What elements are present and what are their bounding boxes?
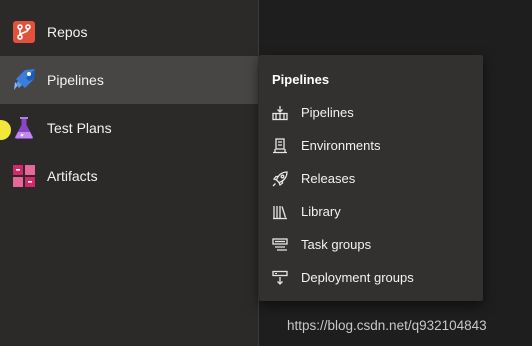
flyout-label-task-groups: Task groups [301,237,372,252]
flyout-label-pipelines: Pipelines [301,105,354,120]
flyout-label-deployment-groups: Deployment groups [301,270,414,285]
repos-icon [12,20,36,44]
artifacts-icon [12,164,36,188]
flyout-label-releases: Releases [301,171,356,186]
task-groups-icon [272,237,288,253]
deployment-groups-icon [272,270,288,286]
flyout-item-environments[interactable]: Environments [259,130,483,163]
pipelines-flyout-menu: Pipelines Pipelines Environments Release… [259,55,483,301]
flyout-item-releases[interactable]: Releases [259,163,483,196]
nav-label-pipelines: Pipelines [47,72,104,88]
nav-item-pipelines[interactable]: Pipelines [0,56,258,104]
nav-item-artifacts[interactable]: Artifacts [0,152,258,200]
nav-item-repos[interactable]: Repos [0,8,258,56]
library-icon [272,204,288,220]
nav-label-repos: Repos [47,24,88,40]
test-plans-icon [12,116,36,140]
environments-icon [272,138,288,154]
rocket-icon [272,171,288,187]
flyout-item-pipelines[interactable]: Pipelines [259,97,483,130]
nav-item-test-plans[interactable]: Test Plans [0,104,258,152]
flyout-item-task-groups[interactable]: Task groups [259,229,483,262]
nav-label-test-plans: Test Plans [47,120,112,136]
flyout-item-library[interactable]: Library [259,196,483,229]
pipelines-icon [12,68,36,92]
flyout-label-library: Library [301,204,341,219]
pipelines-sub-icon [272,105,288,121]
flyout-label-environments: Environments [301,138,381,153]
left-navigation: Repos Pipelines Test Plans Artifacts [0,0,259,346]
watermark-text: https://blog.csdn.net/q932104843 [287,318,487,333]
flyout-item-deployment-groups[interactable]: Deployment groups [259,262,483,295]
flyout-title: Pipelines [272,72,330,87]
nav-label-artifacts: Artifacts [47,168,98,184]
